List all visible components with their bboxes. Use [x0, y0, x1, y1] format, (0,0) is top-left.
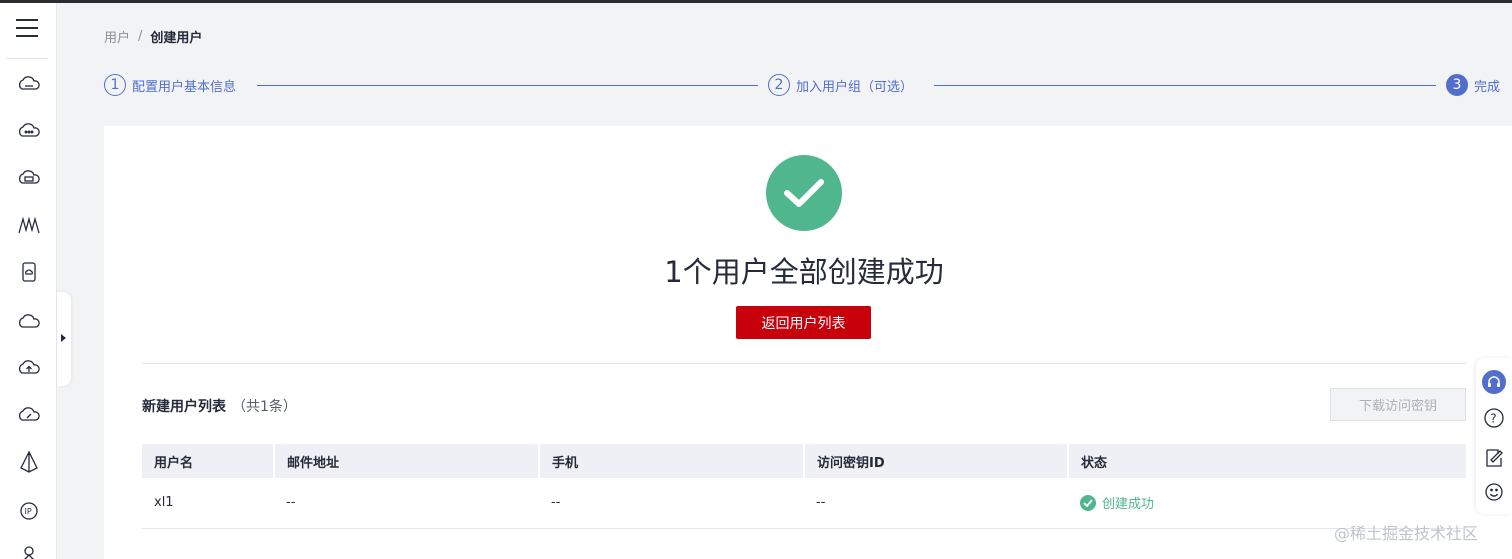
- cone-icon[interactable]: [16, 449, 42, 475]
- breadcrumb-current: 创建用户: [150, 31, 203, 46]
- success-check-icon: [766, 155, 842, 231]
- feedback-edit-icon[interactable]: [1482, 446, 1506, 470]
- new-user-list-title: 新建用户列表 （共1条）: [142, 396, 297, 416]
- step-2-label: 加入用户组（可选）: [796, 79, 914, 95]
- table-row: xl1 -- -- -- 创建成功: [142, 478, 1466, 528]
- cell-username: xl1: [154, 495, 174, 511]
- sidebar: IP: [0, 3, 57, 559]
- status-text: 创建成功: [1102, 497, 1155, 513]
- list-count: （共1条）: [232, 399, 297, 415]
- headset-support-icon[interactable]: [1482, 370, 1506, 394]
- step-1: 1 配置用户基本信息: [104, 74, 236, 96]
- cloud-server-icon[interactable]: [16, 165, 42, 191]
- cloud-icon[interactable]: [16, 308, 42, 334]
- table-header-row: 用户名 邮件地址 手机 访问密钥ID 状态: [142, 444, 1466, 478]
- cloud-gauge-icon[interactable]: [16, 402, 42, 428]
- cloud-dots-icon[interactable]: [16, 118, 42, 144]
- network-icon[interactable]: [16, 543, 42, 559]
- list-title-text: 新建用户列表: [142, 399, 226, 415]
- help-icon[interactable]: ?: [1482, 406, 1506, 430]
- device-cloud-icon[interactable]: [16, 259, 42, 285]
- column-header-phone: 手机: [539, 444, 805, 478]
- step-connector-1: [257, 85, 758, 86]
- peaks-icon[interactable]: [16, 212, 42, 238]
- svg-text:?: ?: [1490, 412, 1496, 426]
- cell-access-key: --: [816, 495, 826, 511]
- cell-phone: --: [551, 495, 561, 511]
- step-1-number: 1: [104, 74, 126, 96]
- breadcrumb: 用户 / 创建用户: [104, 27, 202, 46]
- cloud-upload-icon[interactable]: [16, 355, 42, 381]
- column-header-username: 用户名: [142, 444, 275, 478]
- step-1-label: 配置用户基本信息: [132, 79, 237, 95]
- return-to-user-list-button[interactable]: 返回用户列表: [736, 306, 871, 339]
- column-header-email: 邮件地址: [274, 444, 540, 478]
- section-divider: [142, 363, 1467, 364]
- sidebar-expand-toggle[interactable]: [57, 292, 71, 386]
- smiley-icon[interactable]: [1482, 480, 1506, 504]
- step-connector-2: [934, 85, 1436, 86]
- breadcrumb-users-link[interactable]: 用户: [104, 27, 130, 46]
- svg-text:IP: IP: [25, 507, 32, 516]
- ip-icon[interactable]: IP: [16, 498, 42, 524]
- step-2: 2 加入用户组（可选）: [768, 74, 913, 96]
- caret-right-icon: [61, 334, 66, 342]
- floating-toolbar: ?: [1476, 358, 1512, 514]
- breadcrumb-separator: /: [138, 29, 143, 44]
- success-check-icon: [1080, 494, 1096, 511]
- new-users-table: 用户名 邮件地址 手机 访问密钥ID 状态 xl1 -- -- -- 创建成功: [142, 444, 1466, 529]
- step-2-number: 2: [768, 74, 790, 96]
- status-badge: 创建成功: [1080, 493, 1154, 512]
- step-3: 3 完成: [1446, 74, 1500, 96]
- download-access-key-button[interactable]: 下载访问密钥: [1330, 388, 1466, 421]
- result-title: 1个用户全部创建成功: [664, 255, 944, 289]
- menu-icon[interactable]: [16, 19, 38, 39]
- step-3-label: 完成: [1474, 79, 1501, 95]
- result-card: 1个用户全部创建成功 返回用户列表 新建用户列表 （共1条） 下载访问密钥 用户名…: [104, 126, 1512, 559]
- column-header-access-key: 访问密钥ID: [804, 444, 1069, 478]
- sidebar-divider: [6, 58, 48, 59]
- cloud-ellipsis-icon[interactable]: [16, 71, 42, 97]
- top-bar: [0, 0, 1512, 3]
- column-header-status: 状态: [1081, 455, 1108, 471]
- cell-email: --: [286, 495, 296, 511]
- step-3-number: 3: [1446, 74, 1468, 96]
- watermark: @稀土掘金技术社区: [1334, 524, 1479, 543]
